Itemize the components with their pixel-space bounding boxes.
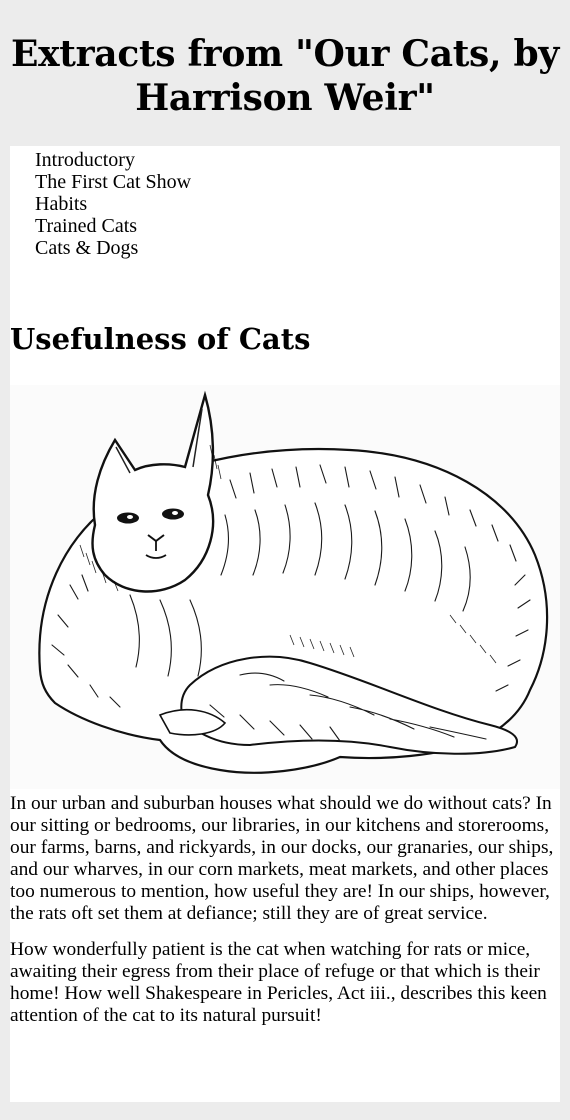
paragraph: In our urban and suburban houses what sh… [10, 793, 554, 924]
toc-link-introductory[interactable]: Introductory [35, 149, 135, 171]
page-header: Extracts from "Our Cats, by Harrison Wei… [0, 0, 570, 146]
toc-item: Habits [35, 193, 560, 215]
toc-item: Introductory [35, 149, 560, 171]
toc-item: The First Cat Show [35, 171, 560, 193]
section-title: Usefulness of Cats [10, 322, 311, 356]
paragraph: How wonderfully patient is the cat when … [10, 939, 547, 1026]
section-body: In our urban and suburban houses what sh… [10, 793, 560, 1027]
toc-link-cats-and-dogs[interactable]: Cats & Dogs [35, 237, 138, 259]
page-title: Extracts from "Our Cats, by Harrison Wei… [11, 33, 559, 119]
toc-link-first-cat-show[interactable]: The First Cat Show [35, 171, 191, 193]
toc-link-habits[interactable]: Habits [35, 193, 87, 215]
cat-illustration [10, 385, 560, 789]
toc-item: Cats & Dogs [35, 237, 560, 259]
table-of-contents: Introductory The First Cat Show Habits T… [10, 146, 560, 259]
main-content: Introductory The First Cat Show Habits T… [10, 146, 560, 1102]
toc-item: Trained Cats [35, 215, 560, 237]
toc-link-trained-cats[interactable]: Trained Cats [35, 215, 137, 237]
